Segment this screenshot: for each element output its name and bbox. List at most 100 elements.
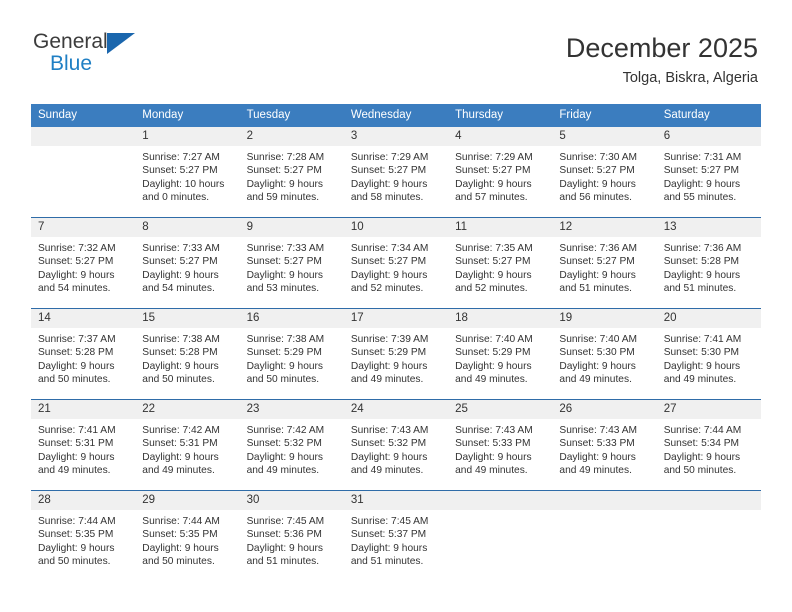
daylight-text: Daylight: 9 hours xyxy=(142,360,219,372)
daylight-text-cont: and 58 minutes. xyxy=(350,192,424,204)
calendar-day-cell[interactable]: 18 Sunrise: 7:40 AM Sunset: 5:29 PM Dayligh… xyxy=(448,308,553,400)
calendar-day-cell[interactable]: 14 Sunrise: 7:37 AM Sunset: 5:28 PM Dayligh… xyxy=(31,308,136,400)
sunset-text: Sunset: 5:30 PM xyxy=(663,347,740,359)
daylight-text-cont: and 50 minutes. xyxy=(38,374,111,386)
calendar-day-cell[interactable]: 16 Sunrise: 7:38 AM Sunset: 5:29 PM Dayligh… xyxy=(239,308,344,400)
daylight-text: Daylight: 9 hours xyxy=(350,178,428,190)
calendar-day-cell[interactable]: 17 Sunrise: 7:39 AM Sunset: 5:29 PM Dayligh… xyxy=(343,308,449,400)
day-cell-inner: 20 Sunrise: 7:41 AM Sunset: 5:30 PM Dayligh… xyxy=(656,309,761,399)
day-number: 24 xyxy=(343,400,449,419)
sunset-text: Sunset: 5:28 PM xyxy=(38,347,114,359)
calendar-day-cell[interactable]: 21 Sunrise: 7:41 AM Sunset: 5:31 PM Dayligh… xyxy=(31,399,136,491)
day-details: Sunrise: 7:37 AM Sunset: 5:28 PM Daylight:… xyxy=(31,328,136,399)
day-cell-inner: 17 Sunrise: 7:39 AM Sunset: 5:29 PM Dayligh… xyxy=(343,309,449,399)
calendar-day-cell[interactable]: 5 Sunrise: 7:30 AM Sunset: 5:27 PM Daylight… xyxy=(552,127,657,218)
day-number: 2 xyxy=(239,127,344,146)
daylight-text-cont: and 49 minutes. xyxy=(455,465,528,477)
calendar-header-row: Sunday Monday Tuesday Wednesday Thursday Frid… xyxy=(31,104,761,127)
weekday-header-thursday: Thursday xyxy=(448,104,553,127)
day-number: 31 xyxy=(343,491,449,510)
calendar-day-cell[interactable]: 27 Sunrise: 7:44 AM Sunset: 5:34 PM Dayligh… xyxy=(656,399,761,491)
calendar-day-cell[interactable]: 20 Sunrise: 7:41 AM Sunset: 5:30 PM Dayligh… xyxy=(656,308,761,400)
day-number: 21 xyxy=(31,400,136,419)
calendar-day-cell[interactable]: 8 Sunrise: 7:33 AM Sunset: 5:27 PM Daylight… xyxy=(135,217,240,309)
sunrise-text: Sunrise: 7:42 AM xyxy=(142,425,220,436)
daylight-text: Daylight: 9 hours xyxy=(455,269,532,281)
calendar-day-cell[interactable]: 24 Sunrise: 7:43 AM Sunset: 5:32 PM Dayligh… xyxy=(343,399,449,491)
day-details: Sunrise: 7:43 AM Sunset: 5:33 PM Daylight:… xyxy=(552,419,657,490)
calendar-day-cell[interactable]: 12 Sunrise: 7:36 AM Sunset: 5:27 PM Dayligh… xyxy=(552,217,657,309)
calendar-day-cell[interactable]: 10 Sunrise: 7:34 AM Sunset: 5:27 PM Dayligh… xyxy=(343,217,449,309)
day-number xyxy=(552,491,657,510)
calendar-day-cell[interactable]: 6 Sunrise: 7:31 AM Sunset: 5:27 PM Daylight… xyxy=(656,127,761,218)
daylight-text: Daylight: 9 hours xyxy=(663,451,741,463)
sunrise-text: Sunrise: 7:44 AM xyxy=(38,516,116,527)
calendar-day-cell[interactable]: 11 Sunrise: 7:35 AM Sunset: 5:27 PM Dayligh… xyxy=(448,217,553,309)
day-cell-inner xyxy=(656,491,761,581)
daylight-text: Daylight: 10 hours xyxy=(142,178,225,190)
sunset-text: Sunset: 5:29 PM xyxy=(455,347,531,359)
sunset-text: Sunset: 5:27 PM xyxy=(455,256,531,268)
day-details: Sunrise: 7:27 AM Sunset: 5:27 PM Daylight:… xyxy=(135,146,240,217)
day-number: 10 xyxy=(343,218,449,237)
general-blue-logo[interactable]: General Blue xyxy=(33,30,143,82)
calendar-day-cell[interactable]: 9 Sunrise: 7:33 AM Sunset: 5:27 PM Daylight… xyxy=(239,217,344,309)
day-cell-inner: 8 Sunrise: 7:33 AM Sunset: 5:27 PM Daylight… xyxy=(135,218,240,308)
calendar-day-cell[interactable]: 29 Sunrise: 7:44 AM Sunset: 5:35 PM Dayligh… xyxy=(135,490,240,581)
calendar-day-cell-empty xyxy=(448,490,553,581)
day-details: Sunrise: 7:44 AM Sunset: 5:34 PM Daylight:… xyxy=(656,419,761,490)
daylight-text-cont: and 54 minutes. xyxy=(142,283,215,295)
calendar-day-cell[interactable]: 26 Sunrise: 7:43 AM Sunset: 5:33 PM Dayligh… xyxy=(552,399,657,491)
day-cell-inner: 14 Sunrise: 7:37 AM Sunset: 5:28 PM Dayligh… xyxy=(31,309,136,399)
calendar-day-cell[interactable]: 22 Sunrise: 7:42 AM Sunset: 5:31 PM Dayligh… xyxy=(135,399,240,491)
calendar-day-cell[interactable]: 7 Sunrise: 7:32 AM Sunset: 5:27 PM Daylight… xyxy=(31,217,136,309)
calendar-day-cell[interactable]: 15 Sunrise: 7:38 AM Sunset: 5:28 PM Dayligh… xyxy=(135,308,240,400)
calendar-day-cell[interactable]: 19 Sunrise: 7:40 AM Sunset: 5:30 PM Dayligh… xyxy=(552,308,657,400)
daylight-text-cont: and 52 minutes. xyxy=(455,283,528,295)
daylight-text-cont: and 49 minutes. xyxy=(38,465,111,477)
calendar-day-cell[interactable]: 31 Sunrise: 7:45 AM Sunset: 5:37 PM Dayligh… xyxy=(343,490,449,581)
day-number: 20 xyxy=(656,309,761,328)
daylight-text: Daylight: 9 hours xyxy=(142,269,219,281)
daylight-text: Daylight: 9 hours xyxy=(246,451,324,463)
daylight-text-cont: and 49 minutes. xyxy=(246,465,320,477)
day-details: Sunrise: 7:38 AM Sunset: 5:29 PM Daylight:… xyxy=(239,328,344,399)
calendar-page: General Blue December 2025 Tolga, Biskra… xyxy=(0,0,792,612)
calendar-day-cell[interactable]: 28 Sunrise: 7:44 AM Sunset: 5:35 PM Dayligh… xyxy=(31,490,136,581)
sunset-text: Sunset: 5:27 PM xyxy=(246,256,322,268)
sunrise-text: Sunrise: 7:38 AM xyxy=(246,334,325,345)
day-number: 13 xyxy=(656,218,761,237)
calendar-day-cell[interactable]: 4 Sunrise: 7:29 AM Sunset: 5:27 PM Daylight… xyxy=(448,127,553,218)
calendar-day-cell[interactable]: 1 Sunrise: 7:27 AM Sunset: 5:27 PM Daylight… xyxy=(135,127,240,218)
day-details: Sunrise: 7:34 AM Sunset: 5:27 PM Daylight:… xyxy=(343,237,449,308)
day-details: Sunrise: 7:43 AM Sunset: 5:33 PM Daylight:… xyxy=(448,419,553,490)
daylight-text: Daylight: 9 hours xyxy=(559,360,636,372)
day-details: Sunrise: 7:40 AM Sunset: 5:30 PM Daylight:… xyxy=(552,328,657,399)
day-details: Sunrise: 7:39 AM Sunset: 5:29 PM Daylight:… xyxy=(343,328,449,399)
sunset-text: Sunset: 5:29 PM xyxy=(350,347,427,359)
day-details: Sunrise: 7:29 AM Sunset: 5:27 PM Daylight:… xyxy=(448,146,553,217)
calendar-day-cell[interactable]: 25 Sunrise: 7:43 AM Sunset: 5:33 PM Dayligh… xyxy=(448,399,553,491)
daylight-text-cont: and 49 minutes. xyxy=(350,374,424,386)
calendar-day-cell[interactable]: 3 Sunrise: 7:29 AM Sunset: 5:27 PM Daylight… xyxy=(343,127,449,218)
day-number: 4 xyxy=(448,127,553,146)
day-cell-inner: 31 Sunrise: 7:45 AM Sunset: 5:37 PM Dayligh… xyxy=(343,491,449,581)
day-number: 5 xyxy=(552,127,657,146)
daylight-text: Daylight: 9 hours xyxy=(559,269,636,281)
calendar-day-cell[interactable]: 23 Sunrise: 7:42 AM Sunset: 5:32 PM Dayligh… xyxy=(239,399,344,491)
daylight-text: Daylight: 9 hours xyxy=(246,360,324,372)
daylight-text-cont: and 50 minutes. xyxy=(663,465,737,477)
daylight-text: Daylight: 9 hours xyxy=(142,451,219,463)
sunrise-text: Sunrise: 7:45 AM xyxy=(246,516,325,527)
calendar-day-cell[interactable]: 2 Sunrise: 7:28 AM Sunset: 5:27 PM Daylight… xyxy=(239,127,344,218)
day-number: 28 xyxy=(31,491,136,510)
daylight-text-cont: and 50 minutes. xyxy=(142,556,215,568)
sunset-text: Sunset: 5:31 PM xyxy=(142,438,218,450)
daylight-text: Daylight: 9 hours xyxy=(38,360,115,372)
sunset-text: Sunset: 5:27 PM xyxy=(559,256,635,268)
sunset-text: Sunset: 5:33 PM xyxy=(455,438,531,450)
weekday-header-friday: Friday xyxy=(552,104,657,127)
calendar-day-cell[interactable]: 30 Sunrise: 7:45 AM Sunset: 5:36 PM Dayligh… xyxy=(239,490,344,581)
calendar-day-cell[interactable]: 13 Sunrise: 7:36 AM Sunset: 5:28 PM Dayligh… xyxy=(656,217,761,309)
calendar-week-row: 7 Sunrise: 7:32 AM Sunset: 5:27 PM Daylight… xyxy=(31,217,761,309)
